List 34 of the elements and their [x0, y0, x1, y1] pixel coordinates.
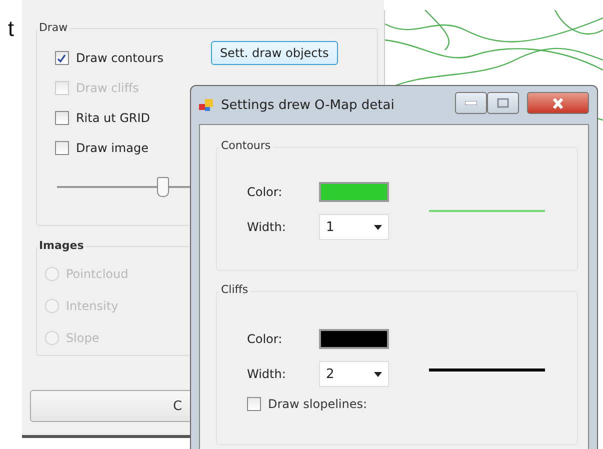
field-label: Color: [247, 332, 284, 346]
checkbox-option[interactable]: Rita ut GRID [54, 111, 195, 125]
partial-text: t [8, 16, 14, 42]
field-label: Color: [247, 185, 284, 199]
group-title: Contours [219, 139, 273, 152]
close-icon [552, 98, 564, 108]
maximize-button[interactable] [487, 92, 519, 114]
field-label: Width: [247, 220, 287, 234]
group-title: Cliffs [219, 283, 250, 296]
settings-button[interactable]: Sett. draw objects [210, 41, 338, 65]
app-icon [199, 98, 215, 112]
checkbox-option[interactable]: Draw contours [54, 51, 195, 65]
checkbox[interactable] [54, 111, 69, 125]
caret-icon [374, 372, 382, 376]
color-swatch[interactable] [319, 182, 389, 202]
slider-thumb[interactable] [157, 177, 170, 197]
checkbox[interactable] [247, 397, 261, 411]
checkmark-icon [57, 54, 66, 62]
minimize-button[interactable] [455, 92, 487, 114]
maximize-icon [497, 98, 509, 108]
checkbox-option[interactable]: Draw image [54, 141, 195, 155]
field-label: Width: [247, 367, 287, 381]
width-dropdown[interactable]: 1 [319, 214, 389, 240]
checkbox-option[interactable]: Draw slopelines: [247, 397, 389, 411]
group-title: Images [36, 239, 86, 252]
checkbox[interactable] [54, 141, 69, 155]
caret-icon [374, 224, 382, 230]
group-title: Draw [36, 21, 70, 34]
color-swatch[interactable] [319, 329, 389, 349]
minimize-icon [465, 101, 477, 105]
dialog-title: Settings drew O-Map detai [221, 98, 394, 112]
width-dropdown[interactable]: 2 [319, 361, 389, 387]
checkbox[interactable] [54, 51, 69, 65]
close-button[interactable] [527, 92, 589, 114]
